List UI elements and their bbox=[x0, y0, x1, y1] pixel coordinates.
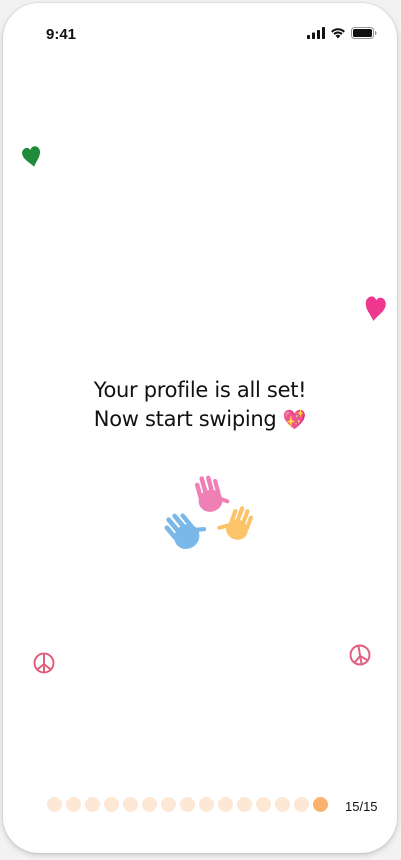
progress-dot bbox=[256, 797, 271, 812]
sparkling-heart-emoji: 💖 bbox=[282, 409, 307, 431]
handprints-illustration bbox=[164, 475, 253, 550]
progress-dot bbox=[199, 797, 214, 812]
progress-dot bbox=[275, 797, 290, 812]
progress-dot bbox=[47, 797, 62, 812]
wifi-icon bbox=[330, 27, 346, 39]
status-time: 9:41 bbox=[46, 26, 77, 43]
status-bar: 9:41 bbox=[3, 3, 397, 63]
progress-dot bbox=[104, 797, 119, 812]
progress-dot bbox=[123, 797, 138, 812]
progress-dot bbox=[85, 797, 100, 812]
battery-icon bbox=[351, 27, 377, 39]
progress-dot bbox=[218, 797, 233, 812]
message-line-1: Your profile is all set! bbox=[93, 378, 307, 402]
peace-left-icon bbox=[33, 652, 55, 674]
phone-screen: 9:41 Your profile is all set! Now start … bbox=[3, 3, 397, 853]
message-line-2: Now start swiping 💖 bbox=[3, 405, 397, 435]
peace-right-icon bbox=[349, 644, 371, 666]
progress-dot bbox=[237, 797, 252, 812]
heart-green-icon bbox=[22, 146, 41, 167]
progress-dot bbox=[142, 797, 157, 812]
progress-dot bbox=[161, 797, 176, 812]
progress-counter: 15/15 bbox=[345, 799, 378, 814]
progress-dot-active bbox=[313, 797, 328, 812]
progress-pager bbox=[47, 797, 328, 812]
signal-icon bbox=[307, 27, 325, 39]
completion-message: Your profile is all set! Now start swipi… bbox=[3, 376, 397, 435]
progress-dot bbox=[180, 797, 195, 812]
message-line-2-text: Now start swiping bbox=[93, 407, 277, 431]
progress-dot bbox=[66, 797, 81, 812]
heart-pink-icon bbox=[365, 296, 386, 321]
progress-dot bbox=[294, 797, 309, 812]
status-icons bbox=[307, 27, 377, 39]
